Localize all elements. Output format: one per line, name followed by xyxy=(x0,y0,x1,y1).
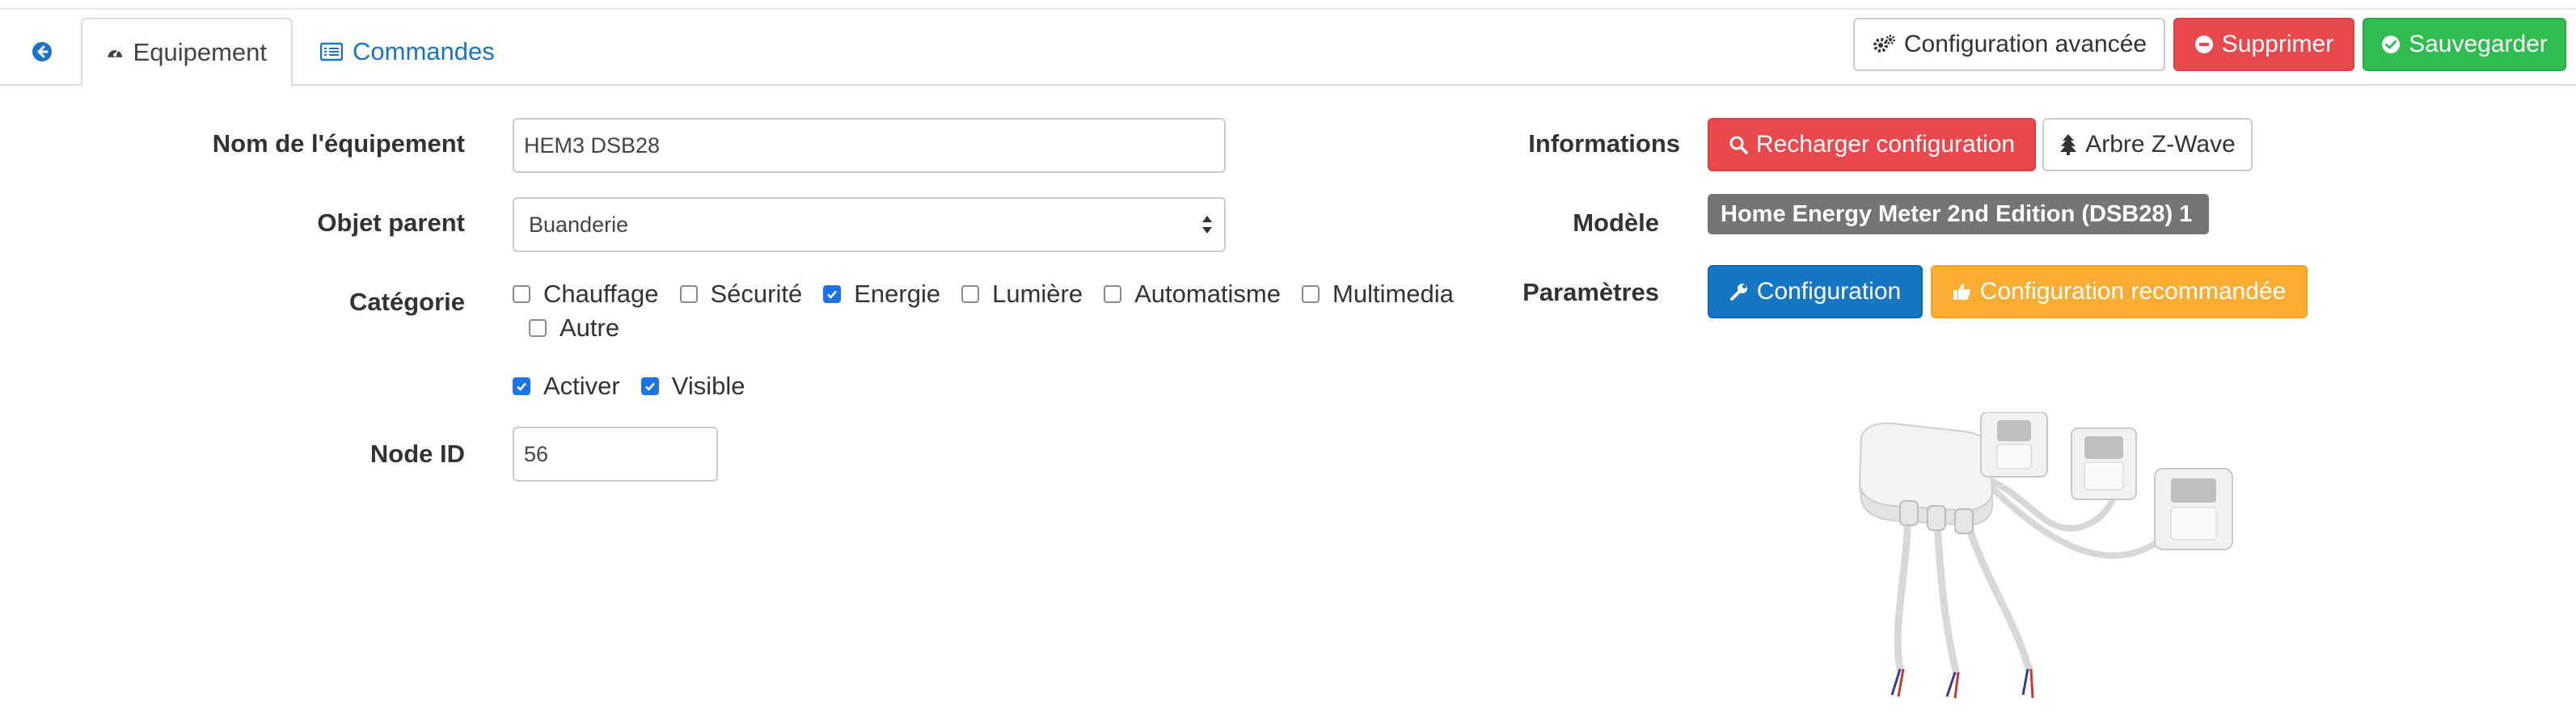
model-label: Modèle xyxy=(1573,208,1659,237)
category-label: Catégorie xyxy=(349,288,465,316)
category-chauffage[interactable]: Chauffage xyxy=(513,280,659,309)
node-id-label: Node ID xyxy=(370,440,465,468)
check-icon xyxy=(827,290,838,299)
category-multimedia-label: Multimedia xyxy=(1332,280,1454,308)
search-icon xyxy=(1729,136,1748,154)
category-securite-label: Sécurité xyxy=(710,280,803,308)
back-button[interactable] xyxy=(18,18,66,86)
save-label: Sauvegarder xyxy=(2409,31,2548,57)
zwave-tree-label: Arbre Z-Wave xyxy=(2085,131,2236,158)
circle-arrow-left-icon xyxy=(32,42,52,61)
params-label: Paramètres xyxy=(1522,278,1659,306)
category-checkboxes-row2: Autre xyxy=(529,314,640,343)
minus-circle-icon xyxy=(2194,36,2213,53)
visible-option[interactable]: Visible xyxy=(640,372,745,401)
delete-label: Supprimer xyxy=(2221,31,2334,57)
activate-label: Activer xyxy=(543,372,620,400)
category-multimedia-checkbox[interactable] xyxy=(1302,285,1320,303)
category-autre-label: Autre xyxy=(560,314,620,342)
cogs-icon xyxy=(1873,35,1895,53)
category-chauffage-label: Chauffage xyxy=(543,280,659,308)
save-button[interactable]: Sauvegarder xyxy=(2363,18,2566,71)
parent-value: Buanderie xyxy=(529,212,629,237)
category-securite[interactable]: Sécurité xyxy=(679,280,803,309)
zwave-tree-button[interactable]: Arbre Z-Wave xyxy=(2042,118,2253,171)
check-icon xyxy=(517,382,526,391)
top-divider xyxy=(0,0,2576,10)
tab-equipement[interactable]: Equipement xyxy=(81,18,293,87)
advanced-config-label: Configuration avancée xyxy=(1903,31,2147,57)
model-badge: Home Energy Meter 2nd Edition (DSB28) 1 xyxy=(1708,194,2209,234)
tab-commandes[interactable]: Commandes xyxy=(320,18,495,86)
category-energie[interactable]: Energie xyxy=(823,280,940,309)
node-id-value: 56 xyxy=(524,441,549,466)
parent-label: Objet parent xyxy=(317,208,465,237)
dashboard-icon xyxy=(108,49,123,57)
category-automatisme-checkbox[interactable] xyxy=(1104,285,1122,303)
name-label: Nom de l'équipement xyxy=(212,129,465,158)
configuration-button[interactable]: Configuration xyxy=(1708,265,1923,318)
reload-config-button[interactable]: Recharger configuration xyxy=(1708,118,2036,171)
category-lumiere-checkbox[interactable] xyxy=(961,285,980,303)
category-lumiere-label: Lumière xyxy=(992,280,1083,308)
category-multimedia[interactable]: Multimedia xyxy=(1302,280,1454,309)
check-icon xyxy=(644,382,655,391)
list-icon xyxy=(320,42,343,61)
category-autre[interactable]: Autre xyxy=(529,314,619,343)
wrench-icon xyxy=(1729,284,1747,301)
activate-option[interactable]: Activer xyxy=(513,372,620,401)
activate-checkbox[interactable] xyxy=(513,377,530,395)
tab-commandes-label: Commandes xyxy=(353,37,495,65)
check-circle-icon xyxy=(2382,36,2401,53)
reload-config-label: Recharger configuration xyxy=(1755,131,2016,158)
name-input[interactable]: HEM3 DSB28 xyxy=(513,118,1226,173)
device-image xyxy=(1858,412,2233,699)
visible-label: Visible xyxy=(671,372,745,400)
advanced-config-button[interactable]: Configuration avancée xyxy=(1853,18,2165,71)
recommended-config-label: Configuration recommandée xyxy=(1979,278,2287,305)
category-automatisme-label: Automatisme xyxy=(1134,280,1281,308)
configuration-label: Configuration xyxy=(1756,278,1902,305)
category-autre-checkbox[interactable] xyxy=(529,319,547,337)
tab-equipement-label: Equipement xyxy=(133,38,267,66)
select-arrows-icon xyxy=(1202,216,1212,234)
category-chauffage-checkbox[interactable] xyxy=(513,285,530,303)
informations-label: Informations xyxy=(1528,129,1680,158)
node-id-input[interactable]: 56 xyxy=(513,427,718,482)
recommended-config-button[interactable]: Configuration recommandée xyxy=(1931,265,2308,318)
tree-icon xyxy=(2060,134,2077,155)
state-checkboxes: Activer Visible xyxy=(513,372,766,401)
visible-checkbox[interactable] xyxy=(640,377,659,395)
delete-button[interactable]: Supprimer xyxy=(2173,18,2354,71)
category-checkboxes-row1: Chauffage Sécurité Energie Lumière Autom… xyxy=(513,280,1475,309)
category-automatisme[interactable]: Automatisme xyxy=(1104,280,1281,309)
category-securite-checkbox[interactable] xyxy=(679,285,698,303)
name-value: HEM3 DSB28 xyxy=(524,133,661,158)
category-energie-checkbox[interactable] xyxy=(823,285,842,303)
parent-select[interactable]: Buanderie xyxy=(513,197,1226,252)
thumbs-up-icon xyxy=(1953,284,1970,300)
category-energie-label: Energie xyxy=(854,280,941,308)
category-lumiere[interactable]: Lumière xyxy=(961,280,1083,309)
